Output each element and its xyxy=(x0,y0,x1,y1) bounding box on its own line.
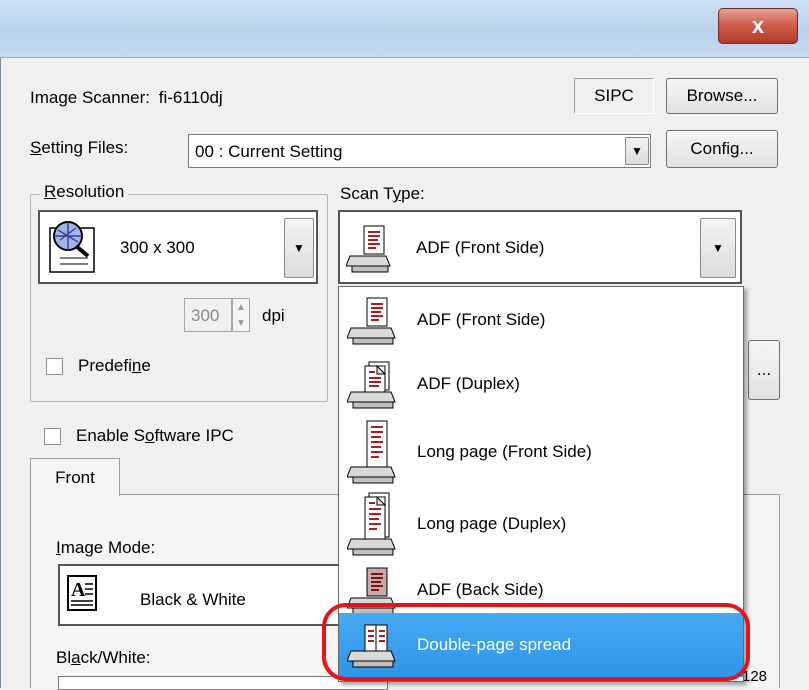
more-options-button[interactable]: ... xyxy=(748,340,780,400)
close-icon: x xyxy=(751,13,765,38)
setting-files-value: 00 : Current Setting xyxy=(195,142,343,161)
resolution-combo[interactable]: 300 x 300 ▼ xyxy=(38,210,318,284)
option-label: ADF (Front Side) xyxy=(417,310,546,329)
title-bar xyxy=(0,0,809,58)
tab-front[interactable]: Front xyxy=(30,458,120,496)
sipc-indicator: SIPC xyxy=(574,78,654,114)
long-page-front-icon xyxy=(346,419,397,485)
chevron-down-icon[interactable]: ▼ xyxy=(284,218,314,278)
adf-front-icon xyxy=(346,294,397,346)
spin-down-icon: ▼ xyxy=(236,317,246,329)
adf-front-icon xyxy=(345,222,392,274)
dpi-unit-label: dpi xyxy=(262,306,285,325)
setting-files-label: Setting Files: xyxy=(30,138,129,157)
image-mode-value: Black & White xyxy=(140,590,246,609)
ellipsis-icon: ... xyxy=(756,360,772,379)
scan-type-option-long-duplex[interactable]: Long page (Duplex) xyxy=(339,489,743,559)
option-label: ADF (Back Side) xyxy=(417,580,544,599)
scan-type-combo[interactable]: ADF (Front Side) ▼ xyxy=(338,210,742,284)
chevron-down-icon[interactable]: ▼ xyxy=(700,218,736,278)
image-scanner-label-text: Image Scanner: xyxy=(30,88,151,107)
svg-text:A: A xyxy=(71,579,86,601)
option-label: Long page (Duplex) xyxy=(417,514,567,533)
black-white-mode-icon: A xyxy=(66,574,100,614)
software-ipc-label: Enable Software IPC xyxy=(76,426,234,445)
image-scanner-label: Image Scanner: fi-6110dj xyxy=(30,88,223,108)
option-label: ADF (Duplex) xyxy=(417,374,520,393)
browse-button[interactable]: Browse... xyxy=(666,78,778,114)
predefine-checkbox[interactable] xyxy=(46,358,63,375)
predefine-label: Predefine xyxy=(78,356,151,375)
scan-type-label: Scan Type: xyxy=(340,184,425,203)
image-mode-label: Image Mode: xyxy=(56,538,156,557)
magnifier-icon xyxy=(48,218,100,274)
browse-label: Browse... xyxy=(686,86,758,105)
software-ipc-checkbox[interactable] xyxy=(44,428,61,445)
dpi-input: 300 xyxy=(184,298,232,332)
adf-duplex-icon xyxy=(346,358,397,410)
scan-type-option-adf-front[interactable]: ADF (Front Side) xyxy=(339,289,743,351)
resolution-value: 300 x 300 xyxy=(120,238,195,257)
scanner-model: fi-6110dj xyxy=(158,88,223,107)
chevron-down-icon[interactable]: ▼ xyxy=(625,137,649,165)
close-button[interactable]: x xyxy=(718,8,798,44)
sipc-label: SIPC xyxy=(594,86,634,105)
scan-type-value: ADF (Front Side) xyxy=(416,238,545,257)
dpi-value: 300 xyxy=(191,306,220,325)
scan-type-option-adf-duplex[interactable]: ADF (Duplex) xyxy=(339,353,743,415)
scan-type-option-long-front[interactable]: Long page (Front Side) xyxy=(339,417,743,487)
resolution-group-label: Resolution xyxy=(40,182,129,202)
setting-files-combo[interactable]: 00 : Current Setting ▼ xyxy=(188,134,651,168)
highlight-annotation xyxy=(322,603,750,681)
spin-up-icon: ▲ xyxy=(236,301,246,313)
tab-front-label: Front xyxy=(55,467,95,487)
black-white-label: Black/White: xyxy=(56,648,151,667)
config-label: Config... xyxy=(690,139,754,158)
config-button[interactable]: Config... xyxy=(666,130,778,168)
long-page-duplex-icon xyxy=(346,491,397,557)
image-mode-combo[interactable]: A Black & White xyxy=(58,564,358,626)
option-label: Long page (Front Side) xyxy=(417,442,592,461)
dpi-spinner: ▲ ▼ xyxy=(232,298,250,332)
